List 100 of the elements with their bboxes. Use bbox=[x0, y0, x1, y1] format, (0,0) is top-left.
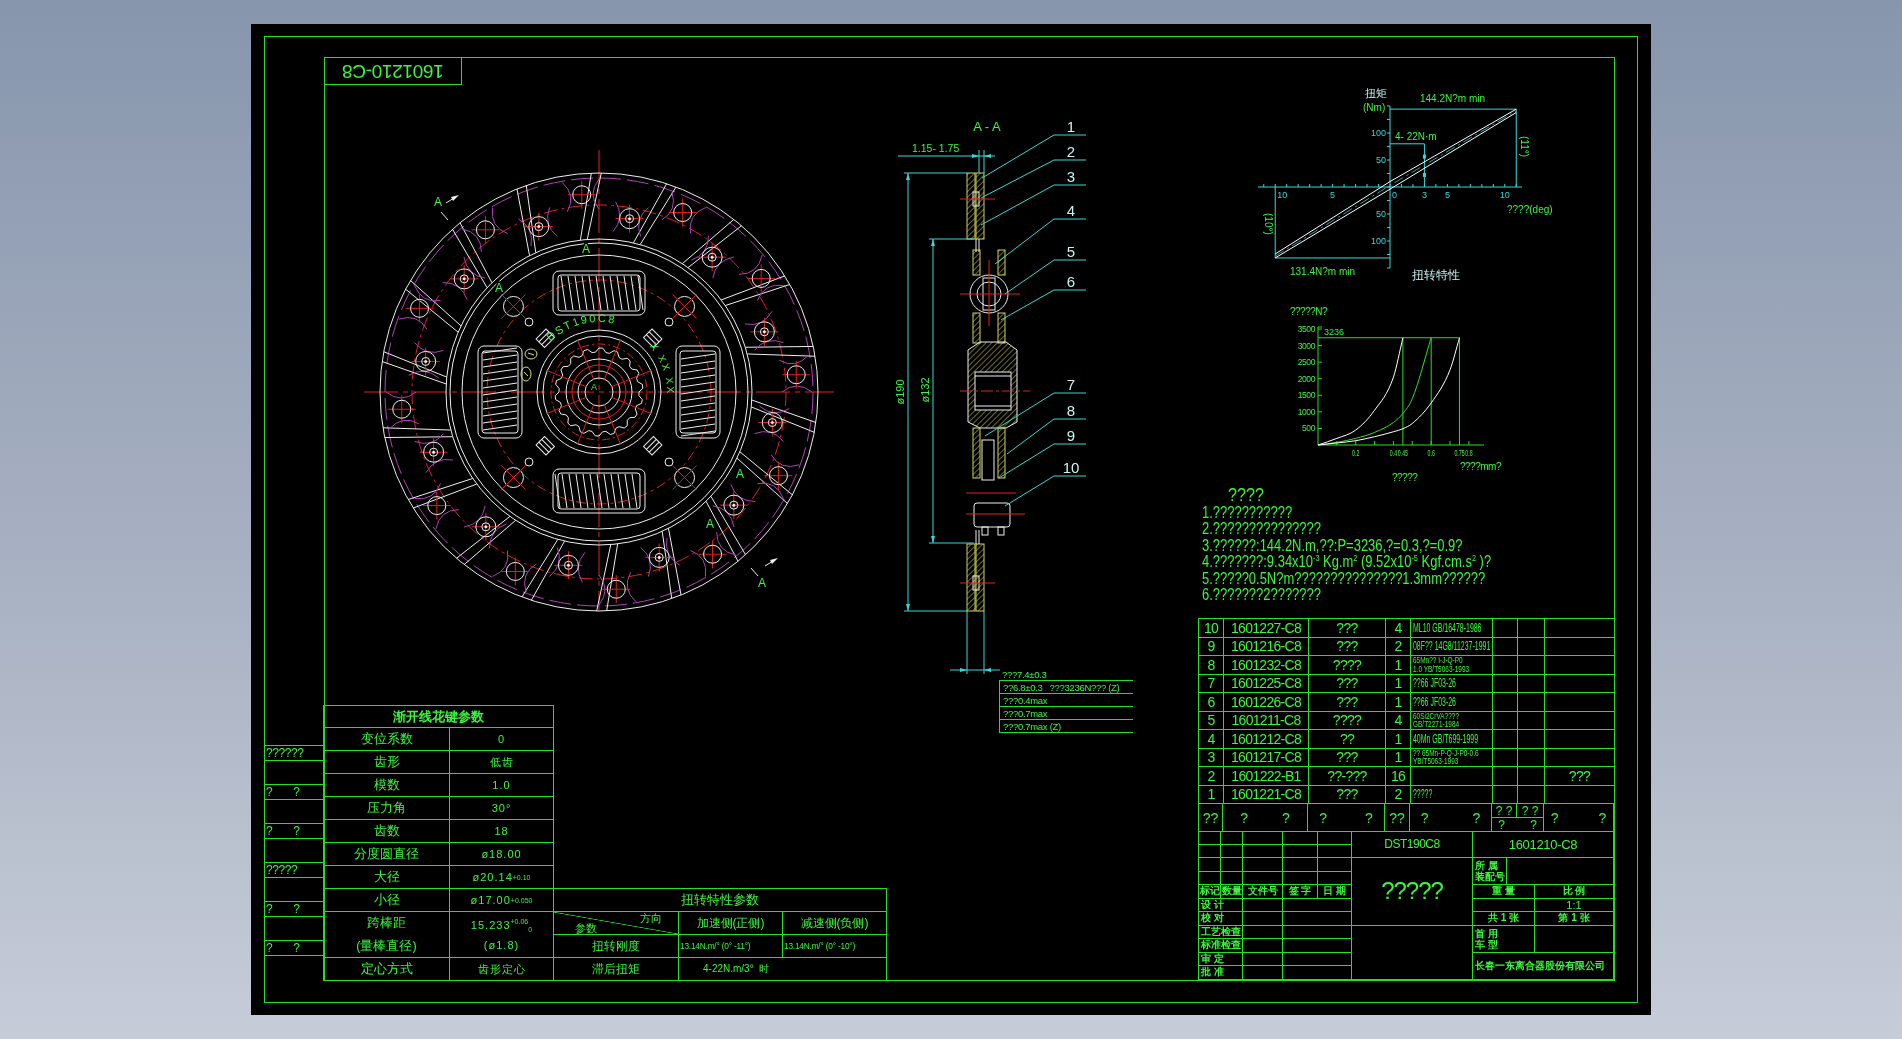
title-block-label: 设 计 bbox=[1199, 898, 1243, 912]
date-code-text: X XX XX bbox=[648, 340, 677, 396]
chart-title: 扭转特性 bbox=[1412, 268, 1460, 282]
dimension-text: 1.15- 1.75 bbox=[912, 142, 960, 154]
title-block-label: 日 期 bbox=[1318, 885, 1352, 899]
tick-label: 10 bbox=[1499, 190, 1510, 200]
note-text: 4.???????:9.34x10$^{-3}$ Kg.m$^{2}$ (9.52x10$^{-5}$ Kgf.cm.s$^{2}$ )? bbox=[1202, 554, 1492, 571]
table-header: ? ? bbox=[1492, 818, 1544, 832]
tick-label: 0.4 bbox=[1389, 447, 1398, 459]
tick-label: 2500 bbox=[1297, 357, 1315, 368]
table-cell: ???? bbox=[1309, 656, 1386, 675]
tick-label: 1000 bbox=[1297, 406, 1315, 417]
table-label: 分度圆直径 bbox=[324, 843, 450, 866]
table-header: ? ? bbox=[1223, 804, 1308, 832]
table-header: ? ? bbox=[1544, 804, 1614, 832]
section-label: A bbox=[736, 467, 744, 481]
notes-heading: ???? bbox=[1228, 485, 1264, 505]
table-cell: 1601221-C8 bbox=[1224, 785, 1309, 804]
table-cell: 65Mn?? I-J-Q-P0 1.0 YB/T5063-1993 bbox=[1411, 656, 1493, 675]
title-block-label: 审 定 bbox=[1199, 952, 1243, 966]
table-label: 小径 bbox=[324, 889, 450, 912]
part-number-label: 5 bbox=[1066, 243, 1076, 260]
table-cell: 1 bbox=[1199, 785, 1224, 804]
section-label: A bbox=[582, 242, 590, 256]
table-header: ? ? bbox=[1517, 804, 1544, 818]
part-number-label: 8 bbox=[1066, 402, 1076, 419]
table-cell: ?? 65Mn-P-Q-J-P0-0.6 YB/T5063-1993 bbox=[1411, 748, 1493, 767]
table-value: 0 bbox=[450, 728, 554, 751]
table-cell: ??? bbox=[1309, 748, 1386, 767]
table-cell: 1601211-C8 bbox=[1224, 711, 1309, 730]
table-cell: 1 bbox=[1386, 693, 1411, 712]
tick-label: 50 bbox=[1376, 209, 1386, 219]
table-cell: ??? bbox=[1545, 767, 1615, 786]
table-title: 扭转特性参数 bbox=[553, 889, 887, 912]
chart-annotation: 4- 22N·m bbox=[1395, 131, 1437, 142]
axis-title: ????(deg) bbox=[1507, 204, 1553, 215]
table-cell: 1601216-C8 bbox=[1224, 637, 1309, 656]
table-cell: 60Si2CrVA???? GB/T2271-1984 bbox=[1411, 711, 1493, 730]
table-cell: ??66 JF03-26 bbox=[1411, 693, 1493, 712]
table-cell: ? ? bbox=[264, 901, 324, 917]
title-block-label: 校 对 bbox=[1199, 912, 1243, 926]
table-header: ? ? bbox=[1308, 804, 1385, 832]
scale-value: 1:1 bbox=[1535, 898, 1614, 912]
table-cell: 40Mn GB/T699-1999 bbox=[1411, 730, 1493, 749]
part-number-label: 2 bbox=[1066, 143, 1076, 160]
table-cell: 1601227-C8 bbox=[1224, 619, 1309, 638]
tick-label: 0.6 bbox=[1427, 447, 1435, 459]
section-label: A bbox=[495, 281, 503, 295]
table-cell: 16 bbox=[1386, 767, 1411, 786]
drawing-name: ????? bbox=[1352, 858, 1473, 926]
part-number-label: 7 bbox=[1066, 376, 1076, 393]
table-value: 4-22N.m/3° 时 bbox=[679, 958, 887, 981]
drawing-number-label: 1601210-C8 bbox=[324, 57, 462, 85]
table-cell: 1601212-C8 bbox=[1224, 730, 1309, 749]
table-cell: ML10 GB/16478-1986 bbox=[1411, 619, 1493, 638]
part-number-label: 4 bbox=[1066, 202, 1076, 219]
note-text: 5.?????0.5N?m???????????????1.3mm?????? bbox=[1202, 570, 1486, 588]
drawing-number: 1601210-C8 bbox=[1473, 831, 1614, 858]
table-cell: 4 bbox=[1386, 619, 1411, 638]
table-cell: 1601217-C8 bbox=[1224, 748, 1309, 767]
part-number-label: 9 bbox=[1066, 427, 1076, 444]
title-block-label: 共 1 张 bbox=[1473, 912, 1535, 926]
tick-label: 5 bbox=[1330, 190, 1336, 200]
table-label: 齿数 bbox=[324, 820, 450, 843]
table-cell: 6 bbox=[1199, 693, 1224, 712]
table-label: 跨棒距 bbox=[367, 914, 406, 932]
table-cell: ???0.4max bbox=[999, 694, 1133, 707]
tick-label: 0.8 bbox=[1465, 447, 1473, 459]
table-cell: ??-??? bbox=[1309, 767, 1386, 786]
table-cell: 2 bbox=[1386, 637, 1411, 656]
tick-label: 10 bbox=[1277, 190, 1288, 200]
tick-label: 100 bbox=[1370, 236, 1386, 246]
table-cell: 7 bbox=[1199, 674, 1224, 693]
title-block-label: 标记 bbox=[1199, 885, 1221, 899]
table-cell: ? ? bbox=[264, 784, 324, 800]
table-header: ? ? bbox=[1410, 804, 1492, 832]
table-cell: ? ? bbox=[264, 823, 324, 839]
table-title: 渐开线花键参数 bbox=[324, 706, 554, 728]
chart-annotation: (Nm) bbox=[1363, 102, 1386, 113]
table-cell: 3 bbox=[1199, 748, 1224, 767]
chart-annotation: 131.4N?m min bbox=[1290, 266, 1356, 277]
company-name: 长春一东离合器股份有限公司 bbox=[1473, 952, 1614, 980]
table-cell: ???0.7max (Z) bbox=[999, 720, 1133, 733]
dimension-text: ø132 bbox=[919, 377, 931, 403]
axis-title: ????mm? bbox=[1460, 461, 1501, 472]
table-cell: 1601225-C8 bbox=[1224, 674, 1309, 693]
table-cell: ?????? bbox=[264, 745, 324, 761]
tick-label: 0.45 bbox=[1397, 447, 1408, 459]
table-cell: 2 bbox=[1386, 785, 1411, 804]
table-cell: 10 bbox=[1199, 619, 1224, 638]
note-text: 1.??????????? bbox=[1202, 505, 1293, 522]
table-cell: 4 bbox=[1386, 711, 1411, 730]
dimension-text: ø190 bbox=[894, 379, 906, 405]
chart-annotation: 3236 bbox=[1324, 326, 1345, 337]
section-label: A bbox=[758, 576, 766, 590]
axis-title: ?????N? bbox=[1290, 306, 1328, 317]
section-label: A bbox=[706, 517, 714, 531]
table-label: 大径 bbox=[324, 866, 450, 889]
table-label: 滞后扭矩 bbox=[553, 958, 679, 981]
table-label: (量棒直径) bbox=[356, 937, 417, 955]
